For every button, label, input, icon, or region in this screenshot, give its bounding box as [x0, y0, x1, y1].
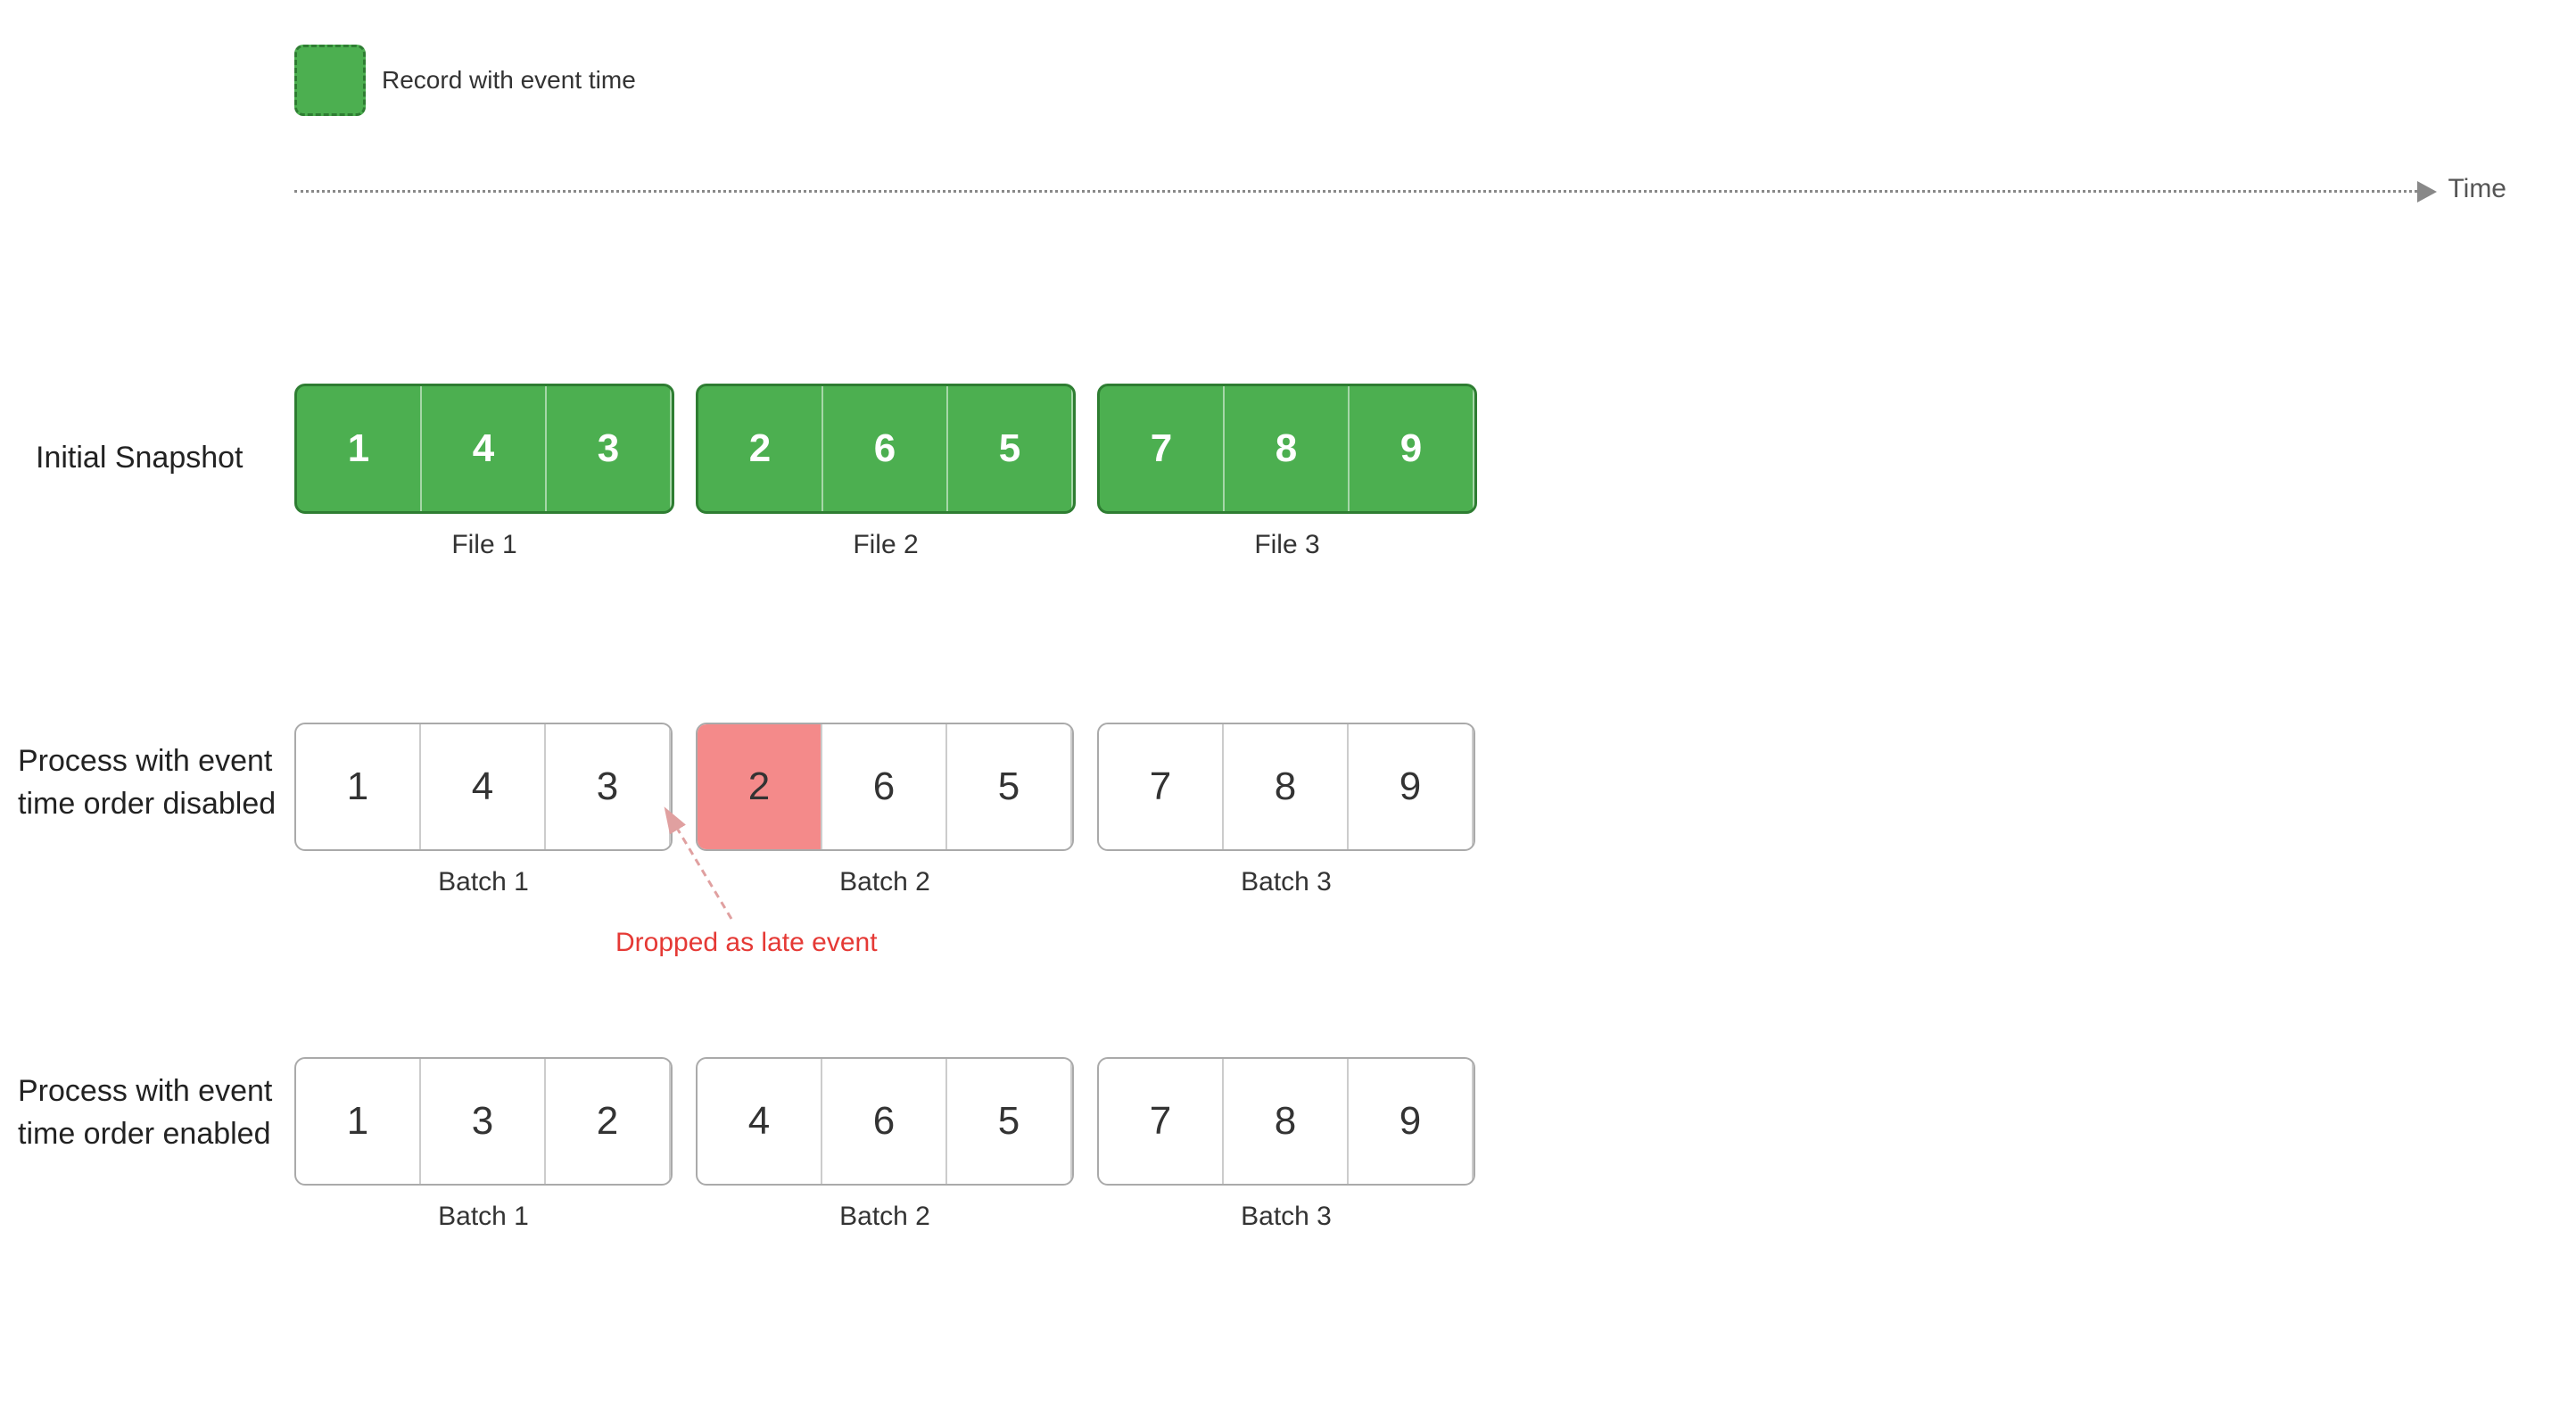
e2-label: Batch 2 — [839, 1202, 930, 1232]
file1-record-1: 1 — [297, 386, 422, 511]
file3-record-2: 8 — [1225, 386, 1350, 511]
e3-record-2: 8 — [1224, 1059, 1349, 1184]
batch-file3: 7 8 9 File 3 — [1097, 384, 1477, 560]
file1-record-3: 3 — [547, 386, 672, 511]
batch-enabled-2: 4 6 5 Batch 2 — [696, 1057, 1074, 1232]
batch-enabled-1: 1 3 2 Batch 1 — [294, 1057, 673, 1232]
enabled-batch2-records: 4 6 5 — [696, 1057, 1074, 1186]
legend-label: Record with event time — [382, 64, 636, 96]
batch-file1: 1 4 3 File 1 — [294, 384, 674, 560]
file1-records: 1 4 3 — [294, 384, 674, 514]
file3-record-1: 7 — [1100, 386, 1225, 511]
e2-record-3: 5 — [947, 1059, 1072, 1184]
batch-enabled-3: 7 8 9 Batch 3 — [1097, 1057, 1475, 1232]
enabled-batch3-records: 7 8 9 — [1097, 1057, 1475, 1186]
e2-record-1: 4 — [698, 1059, 822, 1184]
d3-record-2: 8 — [1224, 724, 1349, 849]
file3-label: File 3 — [1254, 530, 1319, 560]
e3-label: Batch 3 — [1241, 1202, 1332, 1232]
enabled-batch1-records: 1 3 2 — [294, 1057, 673, 1186]
e1-record-1: 1 — [296, 1059, 421, 1184]
dropped-label: Dropped as late event — [615, 928, 878, 958]
diagram-container: Record with event time Time Initial Snap… — [0, 0, 2576, 1405]
e2-record-2: 6 — [822, 1059, 947, 1184]
d3-record-1: 7 — [1099, 724, 1224, 849]
time-label: Time — [2448, 174, 2506, 204]
legend-record-box — [294, 45, 366, 116]
row-label-disabled: Process with event time order disabled — [18, 740, 294, 825]
time-line — [294, 190, 2417, 193]
file3-records: 7 8 9 — [1097, 384, 1477, 514]
e3-record-1: 7 — [1099, 1059, 1224, 1184]
d1-record-2: 4 — [421, 724, 546, 849]
batch-disabled-1: 1 4 3 Batch 1 — [294, 723, 673, 897]
file2-record-2: 6 — [823, 386, 948, 511]
d3-label: Batch 3 — [1241, 867, 1332, 897]
e1-record-2: 3 — [421, 1059, 546, 1184]
batch-disabled-3: 7 8 9 Batch 3 — [1097, 723, 1475, 897]
e1-label: Batch 1 — [438, 1202, 529, 1232]
batch-file2: 2 6 5 File 2 — [696, 384, 1076, 560]
dropped-text: Dropped as late event — [615, 928, 878, 957]
d3-record-3: 9 — [1349, 724, 1474, 849]
time-arrow: Time — [294, 178, 2506, 204]
file3-record-3: 9 — [1350, 386, 1474, 511]
row-label-enabled: Process with event time order enabled — [18, 1070, 294, 1155]
arrow-head — [2417, 181, 2437, 202]
file2-label: File 2 — [853, 530, 918, 560]
d1-label: Batch 1 — [438, 867, 529, 897]
disabled-batch1-records: 1 4 3 — [294, 723, 673, 851]
d2-record-3: 5 — [947, 724, 1072, 849]
e1-record-3: 2 — [546, 1059, 671, 1184]
file2-records: 2 6 5 — [696, 384, 1076, 514]
legend: Record with event time — [294, 45, 636, 116]
d1-record-1: 1 — [296, 724, 421, 849]
row-label-initial: Initial Snapshot — [36, 437, 303, 480]
file1-label: File 1 — [451, 530, 516, 560]
file1-record-2: 4 — [422, 386, 547, 511]
e3-record-3: 9 — [1349, 1059, 1474, 1184]
file2-record-1: 2 — [698, 386, 823, 511]
file2-record-3: 5 — [948, 386, 1073, 511]
dropped-arrow-svg — [624, 785, 892, 946]
disabled-batch3-records: 7 8 9 — [1097, 723, 1475, 851]
